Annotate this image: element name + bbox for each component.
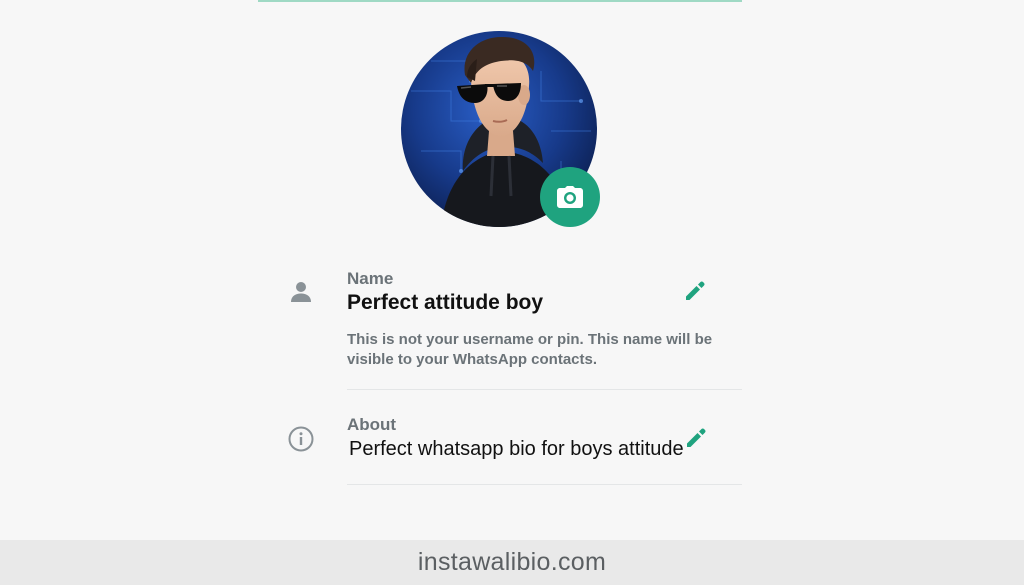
profile-photo-container [401, 31, 600, 227]
edit-about-button[interactable] [684, 426, 708, 450]
about-label: About [347, 415, 397, 434]
edit-name-button[interactable] [683, 279, 707, 303]
about-divider [347, 484, 742, 485]
about-value: Perfect whatsapp bio for boys attitude [349, 438, 684, 460]
name-value: Perfect attitude boy [347, 291, 544, 314]
pencil-icon [686, 281, 705, 300]
person-icon [288, 279, 314, 305]
name-helper-text: This is not your username or pin. This n… [347, 331, 713, 368]
name-label: Name [347, 269, 394, 288]
change-photo-button[interactable] [540, 167, 600, 227]
name-divider [347, 389, 742, 390]
watermark-text: instawalibio.com [417, 548, 607, 576]
top-accent-bar [258, 0, 742, 2]
camera-icon [557, 186, 583, 208]
footer-watermark-bar: instawalibio.com [0, 540, 1024, 585]
pencil-icon [687, 428, 706, 447]
info-icon [287, 425, 315, 453]
